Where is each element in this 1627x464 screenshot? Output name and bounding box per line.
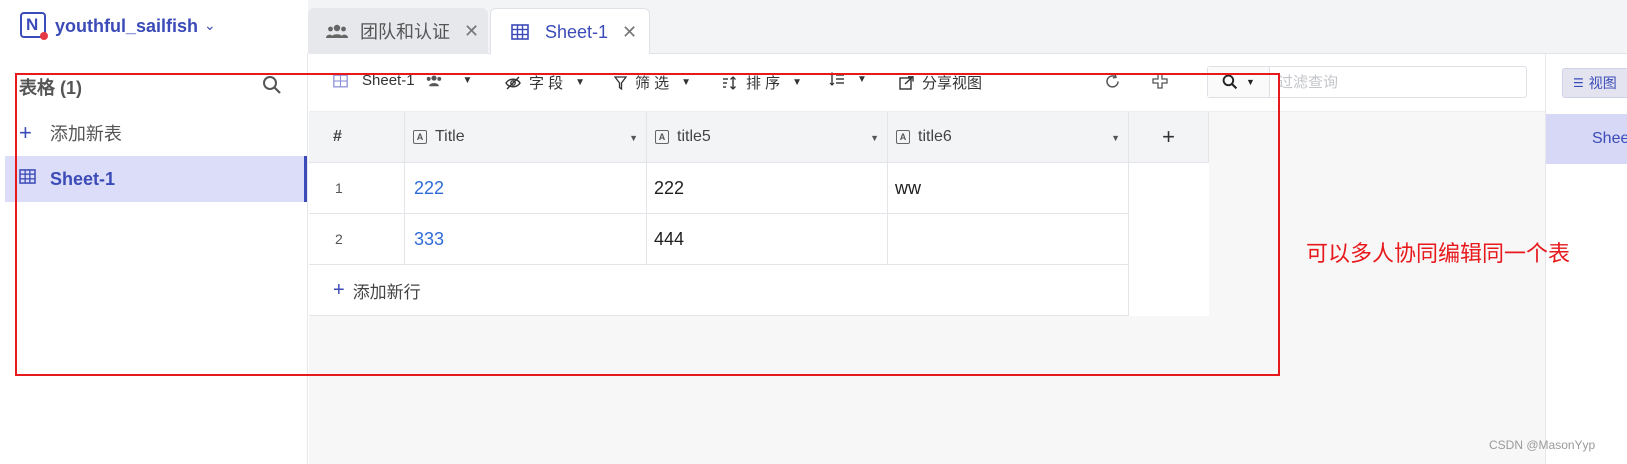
caret-down-icon[interactable]: ▼: [629, 133, 638, 143]
add-column-label: +: [1162, 124, 1175, 149]
table-cell[interactable]: 222: [405, 163, 647, 214]
tab-team-auth[interactable]: 团队和认证 ✕: [308, 8, 488, 54]
plus-icon: +: [19, 120, 32, 145]
views-button[interactable]: ☰ 视图: [1562, 68, 1627, 98]
add-row-button[interactable]: + 添加新行: [309, 265, 1129, 316]
sort-label: 排 序: [746, 75, 781, 92]
text-field-icon: A: [896, 130, 910, 144]
team-icon: [326, 23, 348, 39]
row-number: 2: [309, 214, 405, 265]
views-label: 视图: [1588, 75, 1617, 91]
view-item-sheet-1[interactable]: Sheet-1: [1546, 114, 1627, 164]
share-view-button[interactable]: 分享视图: [899, 72, 982, 93]
fields-label: 字 段: [529, 75, 564, 92]
row-height-icon: [829, 72, 844, 86]
row-number: 1: [309, 163, 405, 214]
text-field-icon: A: [655, 130, 669, 144]
column-header-title6[interactable]: A title6 ▼: [888, 112, 1129, 163]
sort-menu-button[interactable]: 排 序 ▼: [722, 72, 802, 93]
fields-menu-button[interactable]: 字 段 ▼: [505, 72, 585, 93]
view-selector[interactable]: Sheet-1 ▼: [333, 72, 472, 89]
chevron-down-icon[interactable]: ⌄: [204, 17, 216, 34]
filter-icon: [614, 75, 627, 90]
grid-icon: [511, 24, 533, 40]
add-table-label: 添加新表: [49, 124, 122, 144]
tab-sheet-1[interactable]: Sheet-1 ✕: [490, 8, 650, 55]
table-cell[interactable]: 222: [647, 163, 888, 214]
text-field-icon: A: [413, 130, 427, 144]
grid-icon: [19, 169, 36, 189]
column-header-title5[interactable]: A title5 ▼: [647, 112, 888, 163]
table-cell[interactable]: ww: [888, 163, 1129, 214]
caret-down-icon: ▼: [857, 73, 867, 85]
toolbar: Sheet-1 ▼ 字 段 ▼ 筛 选 ▼ 排 序 ▼ ▼ 分享视图 ▼ 过滤查…: [309, 54, 1545, 112]
header-row-number: #: [309, 112, 405, 163]
search-field-selector[interactable]: ▼: [1208, 67, 1270, 97]
grid-icon: [333, 74, 348, 87]
table-cell[interactable]: [888, 214, 1129, 265]
column-header-label: title6: [918, 128, 952, 145]
caret-down-icon: ▼: [681, 77, 692, 88]
share-view-label: 分享视图: [922, 75, 983, 92]
sidebar: 表格 (1) + 添加新表 Sheet-1: [0, 54, 308, 464]
tab-label: 团队和认证: [360, 22, 450, 42]
team-icon: [426, 75, 441, 87]
table-cell[interactable]: 444: [647, 214, 888, 265]
column-header-label: Title: [435, 128, 465, 145]
sidebar-title: 表格 (1): [19, 78, 82, 98]
column-header-label: title5: [677, 128, 711, 145]
search-icon: [1222, 74, 1238, 90]
column-header-label: #: [333, 128, 342, 145]
row-height-menu-button[interactable]: ▼: [829, 72, 867, 86]
annotation-text: 可以多人协同编辑同一个表: [1306, 241, 1571, 266]
caret-down-icon[interactable]: ▼: [870, 133, 879, 143]
search-icon[interactable]: [262, 75, 282, 100]
add-row-label: 添加新行: [352, 282, 421, 302]
list-icon: ☰: [1573, 76, 1584, 90]
sidebar-item-sheet-1[interactable]: Sheet-1: [5, 156, 307, 202]
column-header-title[interactable]: A Title ▼: [405, 112, 647, 163]
caret-down-icon: ▼: [792, 77, 803, 88]
filter-menu-button[interactable]: 筛 选 ▼: [614, 72, 691, 93]
app-logo-icon: N: [20, 12, 48, 40]
caret-down-icon[interactable]: ▼: [1111, 133, 1120, 143]
caret-down-icon: ▼: [1246, 77, 1255, 87]
view-item-label: Sheet-1: [1592, 130, 1627, 147]
add-table-button[interactable]: + 添加新表: [19, 120, 122, 146]
sort-icon: [723, 75, 736, 90]
close-icon[interactable]: ✕: [622, 22, 637, 43]
filter-label: 筛 选: [635, 75, 670, 92]
eye-off-icon: [505, 76, 521, 89]
add-column-button[interactable]: +: [1129, 112, 1209, 163]
table-cell[interactable]: 333: [405, 214, 647, 265]
caret-down-icon: ▼: [462, 75, 473, 86]
watermark: CSDN @MasonYyp: [1489, 438, 1596, 452]
grid-filler: [1129, 163, 1209, 316]
drag-move-icon[interactable]: [1152, 73, 1176, 89]
view-label: Sheet-1: [362, 72, 415, 89]
external-link-icon: [899, 75, 914, 90]
top-bar: N youthful_sailfish ⌄ 团队和认证 ✕ Sheet-1 ✕: [0, 0, 1627, 55]
caret-down-icon: ▼: [575, 77, 586, 88]
workspace-name[interactable]: youthful_sailfish: [55, 16, 198, 37]
close-icon[interactable]: ✕: [464, 21, 479, 42]
sidebar-item-label: Sheet-1: [50, 168, 116, 189]
plus-icon: +: [333, 278, 345, 301]
tab-label: Sheet-1: [545, 21, 609, 42]
search-input[interactable]: [1278, 72, 1518, 92]
search-box: ▼: [1207, 66, 1527, 98]
reload-icon[interactable]: [1104, 73, 1129, 90]
